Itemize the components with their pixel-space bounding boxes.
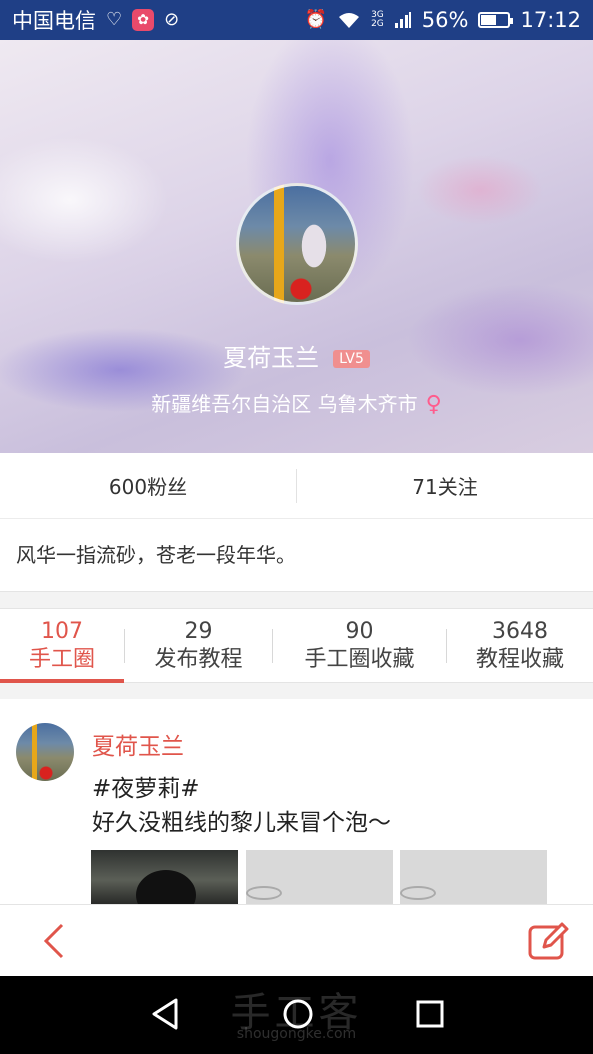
- back-button[interactable]: [34, 921, 74, 961]
- tab-handcraft-circle[interactable]: 107 手工圈: [0, 609, 124, 683]
- post-item[interactable]: 夏荷玉兰 #夜萝莉# 好久没粗线的黎儿来冒个泡～: [0, 699, 593, 904]
- tab-label: 教程收藏: [475, 647, 564, 672]
- tab-label: 发布教程: [154, 647, 243, 672]
- alarm-icon: ⏰: [304, 9, 328, 30]
- female-gender-icon: ♀: [425, 392, 442, 417]
- followers-count[interactable]: 600粉丝: [0, 471, 296, 500]
- circle-home-icon: [283, 999, 313, 1029]
- nav-home-button[interactable]: [280, 996, 316, 1032]
- status-bar-right: ⏰ 3G 2G 56% 17:12: [305, 8, 581, 32]
- tab-label: 手工圈: [28, 647, 95, 672]
- image-placeholder-icon: [246, 886, 282, 900]
- post-image[interactable]: [91, 850, 238, 904]
- wifi-icon: [337, 11, 361, 29]
- tab-tutorial-favorites[interactable]: 3648 教程收藏: [447, 609, 593, 682]
- status-bar-left: 中国电信 ♡ ✿ ⊘: [12, 5, 179, 35]
- post-text: 好久没粗线的黎儿来冒个泡～: [92, 810, 391, 836]
- bottom-toolbar: [0, 904, 593, 976]
- app-notification-icon: ✿: [132, 9, 155, 31]
- compose-button[interactable]: [527, 921, 569, 961]
- square-recents-icon: [416, 1000, 444, 1028]
- profile-tabs: 107 手工圈 29 发布教程 90 手工圈收藏 3648 教程收藏: [0, 609, 593, 683]
- signal-icon: [394, 11, 412, 29]
- triangle-back-icon: [152, 998, 178, 1030]
- battery-percent: 56%: [421, 8, 469, 32]
- carrier-name: 中国电信: [12, 9, 96, 33]
- battery-fill: [481, 15, 497, 25]
- clock: 17:12: [520, 8, 581, 32]
- profile-username: 夏荷玉兰: [223, 344, 320, 372]
- post-topic-tag[interactable]: #夜萝莉#: [92, 769, 200, 803]
- post-image-placeholder[interactable]: [400, 850, 547, 904]
- tab-label: 手工圈收藏: [304, 647, 415, 672]
- tab-count: 29: [184, 619, 213, 644]
- system-navigation-bar: 手工客 shougongke.com: [0, 976, 593, 1054]
- profile-header: 夏荷玉兰 LV5 新疆维吾尔自治区 乌鲁木齐市 ♀: [0, 40, 593, 453]
- status-bar: 中国电信 ♡ ✿ ⊘ ⏰ 3G 2G 56% 17:12: [0, 0, 593, 40]
- profile-location: 新疆维吾尔自治区 乌鲁木齐市: [151, 392, 418, 416]
- tab-count: 3648: [492, 619, 548, 644]
- blocked-icon: ⊘: [164, 9, 180, 30]
- tab-count: 107: [41, 619, 83, 644]
- shield-icon: ♡: [106, 9, 123, 30]
- level-badge: LV5: [333, 350, 370, 368]
- image-placeholder-icon: [400, 886, 436, 900]
- post-author-name[interactable]: 夏荷玉兰: [92, 727, 184, 761]
- tab-circle-favorites[interactable]: 90 手工圈收藏: [273, 609, 446, 682]
- following-count[interactable]: 71关注: [297, 471, 593, 500]
- edit-icon: [528, 922, 569, 960]
- post-image-placeholder[interactable]: [246, 850, 393, 904]
- section-divider: [0, 591, 593, 609]
- profile-name-row: 夏荷玉兰 LV5: [0, 338, 593, 373]
- profile-avatar[interactable]: [236, 183, 358, 305]
- profile-bio: 风华一指流砂，苍老一段年华。: [0, 519, 593, 591]
- profile-stats: 600粉丝 71关注: [0, 453, 593, 519]
- profile-location-row: 新疆维吾尔自治区 乌鲁木齐市 ♀: [0, 388, 593, 417]
- nav-back-button[interactable]: [148, 996, 184, 1032]
- chevron-left-icon: [43, 923, 64, 959]
- section-divider: [0, 683, 593, 699]
- nav-recents-button[interactable]: [412, 996, 448, 1032]
- tab-count: 90: [345, 619, 374, 644]
- post-author-avatar[interactable]: [16, 723, 74, 781]
- network-type-icon: 3G 2G: [371, 10, 384, 29]
- battery-icon: [478, 12, 514, 28]
- tab-published-tutorials[interactable]: 29 发布教程: [125, 609, 272, 682]
